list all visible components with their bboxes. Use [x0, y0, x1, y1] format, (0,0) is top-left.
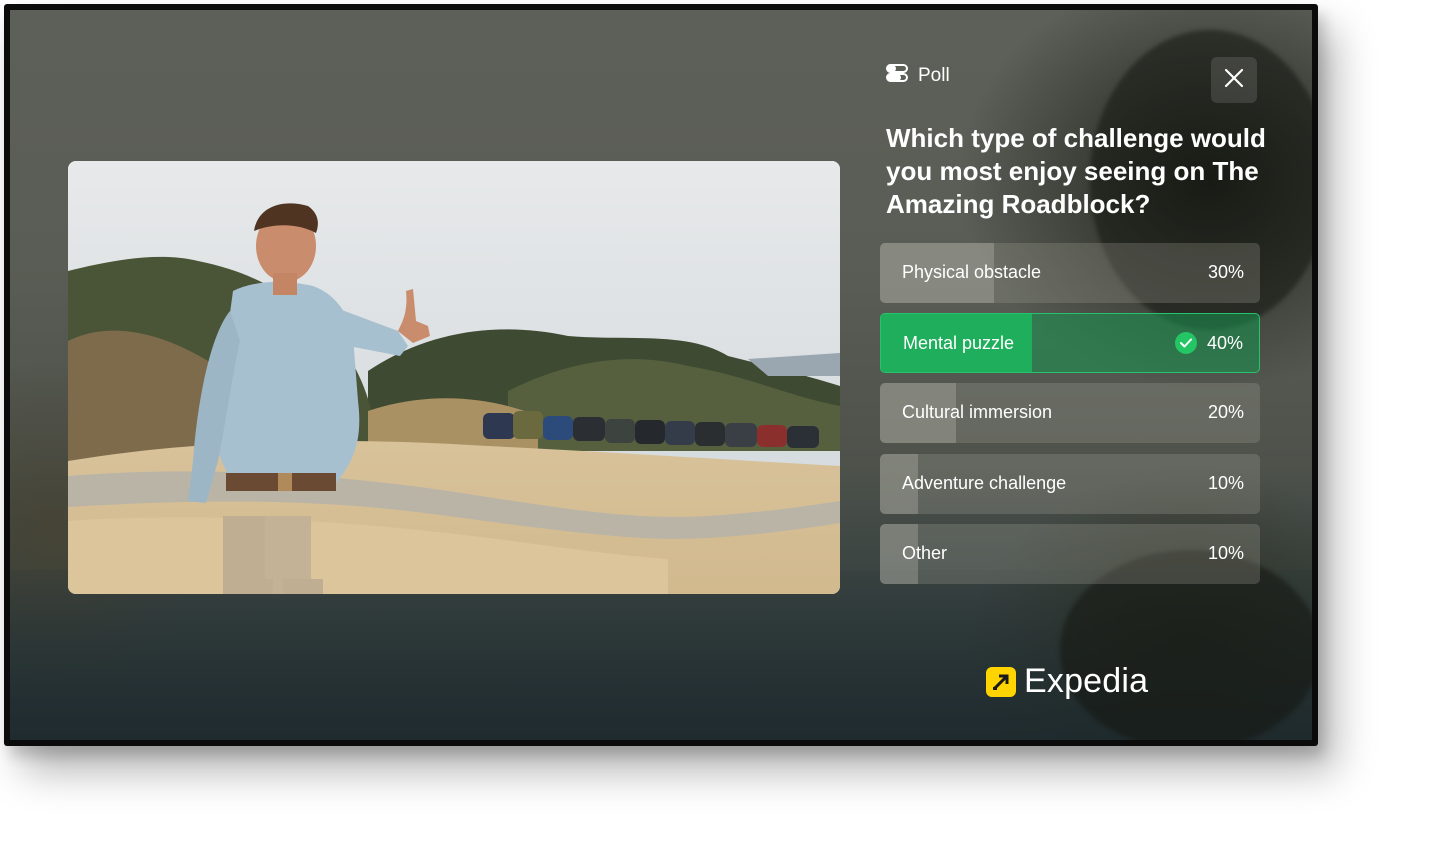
- poll-option-selected[interactable]: Mental puzzle 40%: [880, 313, 1260, 373]
- option-percent: 40%: [1206, 333, 1243, 353]
- poll-option[interactable]: Adventure challenge 10%: [880, 454, 1260, 514]
- option-label: Mental puzzle: [903, 333, 1015, 353]
- option-label: Adventure challenge: [902, 473, 1067, 493]
- close-icon: [1224, 68, 1244, 93]
- poll-question: Which type of challenge would you most e…: [886, 123, 1266, 219]
- option-percent: 20%: [1207, 402, 1244, 422]
- tv-frame: Poll Which type of challenge would you m…: [4, 4, 1318, 746]
- expedia-brand: Expedia: [986, 662, 1148, 701]
- expedia-logo: [986, 666, 1016, 697]
- brand-name: Expedia: [1024, 662, 1149, 700]
- video-frame: [68, 161, 840, 594]
- poll-option[interactable]: Physical obstacle 30%: [880, 243, 1260, 303]
- tv-screen: Poll Which type of challenge would you m…: [10, 10, 1312, 740]
- poll-label: Poll: [918, 64, 950, 86]
- option-label: Other: [902, 543, 948, 563]
- option-label: Cultural immersion: [902, 402, 1053, 422]
- close-button[interactable]: [1211, 57, 1257, 103]
- option-percent: 10%: [1207, 543, 1244, 563]
- option-label: Physical obstacle: [902, 262, 1042, 282]
- check-icon: [1175, 332, 1197, 354]
- poll-icon: [886, 64, 908, 87]
- poll-option[interactable]: Other 10%: [880, 524, 1260, 584]
- option-percent: 30%: [1207, 262, 1244, 282]
- poll-header: Poll: [886, 64, 950, 87]
- option-percent: 10%: [1207, 473, 1244, 493]
- video-player[interactable]: [68, 161, 840, 594]
- poll-option[interactable]: Cultural immersion 20%: [880, 383, 1260, 443]
